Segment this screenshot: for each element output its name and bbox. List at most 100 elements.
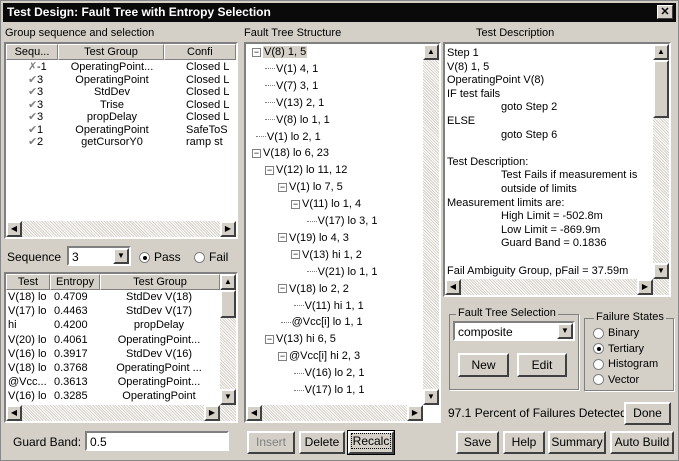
scroll-right-icon[interactable]: ▶ xyxy=(407,405,423,421)
failure-state-radio[interactable]: Vector xyxy=(593,374,639,387)
radio-icon[interactable] xyxy=(194,252,205,264)
seq-header[interactable]: Sequ... xyxy=(6,44,58,60)
delete-button[interactable]: Delete xyxy=(299,431,345,454)
tree-node[interactable]: V(7) 3, 1 xyxy=(265,80,318,93)
collapse-icon[interactable]: − xyxy=(278,351,287,361)
tree-node[interactable]: V(1) lo 2, 1 xyxy=(255,131,321,144)
tree-node[interactable]: − @Vcc[i] hi 2, 3 xyxy=(278,350,360,363)
testgroup-header[interactable]: Test Group xyxy=(100,274,220,290)
tree-node[interactable]: − V(18) lo 2, 2 xyxy=(278,283,349,296)
tree-node[interactable]: V(11) hi 1, 1 xyxy=(293,300,364,313)
tree-node[interactable]: − V(8) 1, 5 xyxy=(252,46,308,59)
table-row[interactable]: ✗ -1 OperatingPoint... Closed L xyxy=(6,61,236,74)
tree-node[interactable]: V(21) lo 1, 1 xyxy=(306,266,378,279)
collapse-icon[interactable]: − xyxy=(291,199,300,209)
fts-select[interactable]: composite ▼ xyxy=(453,321,575,341)
chevron-down-icon[interactable]: ▼ xyxy=(557,323,573,339)
collapse-icon[interactable]: − xyxy=(265,334,274,344)
scroll-up-icon[interactable]: ▲ xyxy=(423,44,439,60)
save-button[interactable]: Save xyxy=(456,431,499,454)
edit-button[interactable]: Edit xyxy=(517,353,567,377)
table-row[interactable]: V(16) lo 0.3285 OperatingPoint xyxy=(6,390,220,403)
guard-band-input[interactable]: 0.5 xyxy=(85,431,229,451)
summary-button[interactable]: Summary xyxy=(548,431,606,454)
scroll-left-icon[interactable]: ◀ xyxy=(6,405,22,421)
collapse-icon[interactable]: − xyxy=(252,148,261,158)
close-icon[interactable]: ✕ xyxy=(657,5,673,19)
entropy-vscroll[interactable]: ▲ ▼ xyxy=(220,274,236,405)
table-row[interactable]: ✔ 3 OperatingPoint Closed L xyxy=(6,74,236,87)
tree-node[interactable]: − V(1) lo 7, 5 xyxy=(278,181,343,194)
collapse-icon[interactable]: − xyxy=(252,47,261,57)
tree-node[interactable]: V(17) lo 3, 1 xyxy=(306,215,378,228)
tree-node[interactable]: − V(12) lo 11, 12 xyxy=(265,164,347,177)
table-row[interactable]: V(17) lo 0.4463 StdDev V(17) xyxy=(6,305,220,318)
scroll-up-icon[interactable]: ▲ xyxy=(653,44,669,60)
tree-node[interactable]: V(16) lo 2, 1 xyxy=(293,367,365,380)
radio-icon[interactable] xyxy=(593,358,604,370)
table-row[interactable]: hi 0.4200 propDelay xyxy=(6,319,220,332)
tree-node[interactable]: @Vcc[i] lo 1, 1 xyxy=(280,316,363,329)
scroll-down-icon[interactable]: ▼ xyxy=(220,389,236,405)
scroll-down-icon[interactable]: ▼ xyxy=(423,389,439,405)
tree-node[interactable]: V(13) 2, 1 xyxy=(265,97,324,110)
scroll-thumb[interactable] xyxy=(653,60,669,118)
scroll-right-icon[interactable]: ▶ xyxy=(637,279,653,295)
auto-build-button[interactable]: Auto Build xyxy=(610,431,674,454)
table-row[interactable]: V(18) lo 0.4709 StdDev V(18) xyxy=(6,291,220,304)
desc-hscroll[interactable]: ◀ ▶ xyxy=(445,279,669,295)
pass-radio[interactable]: Pass xyxy=(139,250,181,264)
chevron-down-icon[interactable]: ▼ xyxy=(113,248,129,264)
scroll-left-icon[interactable]: ◀ xyxy=(445,279,461,295)
desc-vscroll[interactable]: ▲ ▼ xyxy=(653,44,669,279)
new-button[interactable]: New xyxy=(458,353,509,377)
collapse-icon[interactable]: − xyxy=(278,233,287,243)
table-row[interactable]: ✔ 3 propDelay Closed L xyxy=(6,111,236,124)
seq-hscroll[interactable]: ◀ ▶ xyxy=(6,221,236,237)
entropy-hscroll[interactable]: ◀ ▶ xyxy=(6,405,236,421)
table-row[interactable]: V(16) lo 0.3917 StdDev V(16) xyxy=(6,348,220,361)
tree-node[interactable]: − V(13) hi 6, 5 xyxy=(265,333,336,346)
scroll-up-icon[interactable]: ▲ xyxy=(220,274,236,290)
table-row[interactable]: ✔ 2 getCursorY0 ramp st xyxy=(6,136,236,149)
radio-icon[interactable] xyxy=(139,252,150,264)
collapse-icon[interactable]: − xyxy=(278,284,287,294)
sequence-select[interactable]: 3 ▼ xyxy=(67,246,131,266)
tree-hscroll[interactable]: ◀ ▶ xyxy=(246,405,423,421)
table-row[interactable]: V(20) lo 0.4061 OperatingPoint... xyxy=(6,334,220,347)
failure-state-radio[interactable]: Histogram xyxy=(593,358,658,371)
failure-state-radio[interactable]: Tertiary xyxy=(593,343,644,356)
tree-node[interactable]: V(8) lo 1, 1 xyxy=(265,114,330,127)
tree-vscroll[interactable]: ▲ ▼ xyxy=(423,44,439,405)
table-row[interactable]: ✔ 3 Trise Closed L xyxy=(6,99,236,112)
table-row[interactable]: @Vcc... 0.3613 OperatingPoint... xyxy=(6,376,220,389)
insert-button[interactable]: Insert xyxy=(247,431,295,454)
scroll-left-icon[interactable]: ◀ xyxy=(6,221,22,237)
group-header[interactable]: Test Group xyxy=(58,44,164,60)
test-description[interactable]: Step 1 V(8) 1, 5 OperatingPoint V(8) IF tes… xyxy=(443,42,671,297)
entropy-table[interactable]: Test Entropy Test Group V(18) lo 0.4709 St… xyxy=(4,272,238,423)
fault-tree[interactable]: − V(8) 1, 5 V(1) 4, 1 V(7) 3, 1 V(13) 2, 1 V(… xyxy=(244,42,441,423)
help-button[interactable]: Help xyxy=(503,431,545,454)
tree-node[interactable]: − V(18) lo 6, 23 xyxy=(252,147,329,160)
scroll-down-icon[interactable]: ▼ xyxy=(653,263,669,279)
table-row[interactable]: V(18) lo 0.3768 OperatingPoint ... xyxy=(6,362,220,375)
table-row[interactable]: ✔ 1 OperatingPoint SafeToS xyxy=(6,124,236,137)
entropy-header[interactable]: Entropy xyxy=(50,274,100,290)
radio-icon[interactable] xyxy=(593,343,604,355)
scroll-right-icon[interactable]: ▶ xyxy=(220,221,236,237)
table-row[interactable]: ✔ 3 StdDev Closed L xyxy=(6,86,236,99)
tree-node[interactable]: V(17) lo 1, 1 xyxy=(293,384,365,397)
test-header[interactable]: Test xyxy=(6,274,50,290)
tree-node[interactable]: − V(11) lo 1, 4 xyxy=(291,198,361,211)
recalc-button[interactable]: Recalc xyxy=(347,430,395,455)
tree-node[interactable]: − V(13) hi 1, 2 xyxy=(291,249,362,262)
scroll-right-icon[interactable]: ▶ xyxy=(204,405,220,421)
config-header[interactable]: Confi xyxy=(164,44,236,60)
tree-node[interactable]: − V(19) lo 4, 3 xyxy=(278,232,349,245)
collapse-icon[interactable]: − xyxy=(265,165,274,175)
collapse-icon[interactable]: − xyxy=(278,182,287,192)
radio-icon[interactable] xyxy=(593,327,604,339)
tree-node[interactable]: V(1) 4, 1 xyxy=(265,63,318,76)
fail-radio[interactable]: Fail xyxy=(194,250,228,264)
